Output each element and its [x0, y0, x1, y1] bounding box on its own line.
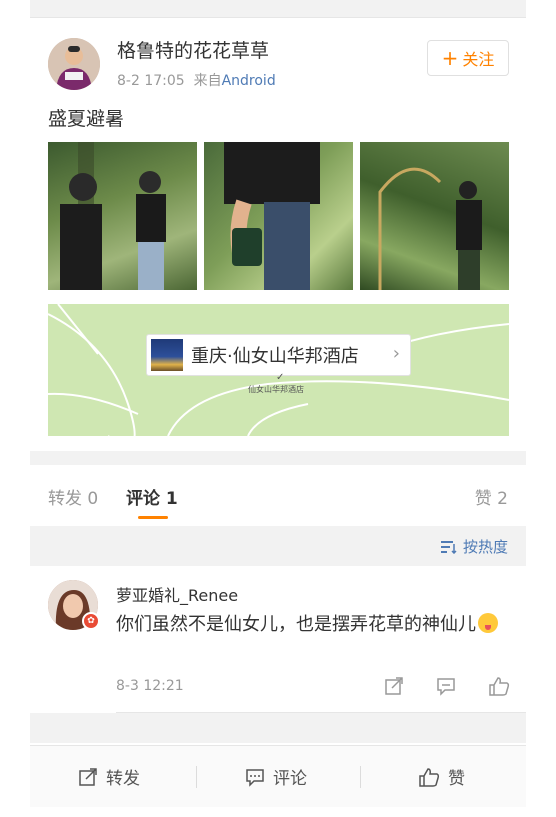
sort-bar: 按热度	[30, 526, 526, 566]
author-avatar[interactable]	[48, 38, 100, 90]
section-divider	[30, 451, 526, 465]
follow-button[interactable]: + 关注	[427, 40, 509, 76]
plus-icon: +	[441, 46, 459, 70]
follow-label: 关注	[462, 50, 495, 69]
weibo-post-page: 格鲁特的花花草草 8-2 17:05 来自Android + 关注 盛夏避暑 重…	[30, 0, 526, 817]
location-thumbnail	[151, 339, 183, 371]
like-label: 赞	[448, 769, 465, 789]
repost-label: 转发	[106, 769, 140, 789]
comment-reply-icon[interactable]	[436, 676, 456, 701]
comment-text: 你们虽然不是仙女儿，也是摆弄花草的神仙儿	[116, 614, 476, 635]
verified-badge-icon: ✿	[82, 612, 100, 630]
comment-button[interactable]: 评论	[245, 764, 307, 789]
post-photo-3[interactable]	[360, 142, 509, 290]
location-name: 重庆·仙女山华邦酒店	[191, 346, 359, 367]
sort-label: 按热度	[462, 538, 508, 556]
footer-spacer	[30, 713, 526, 743]
tongue-emoji-icon	[478, 613, 498, 633]
map-place-label: 仙女山华邦酒店	[248, 385, 304, 394]
sort-icon	[440, 540, 457, 554]
toolbar-divider	[196, 766, 197, 788]
chevron-right-icon: ›	[392, 343, 400, 364]
location-card[interactable]: 重庆·仙女山华邦酒店 ›	[146, 334, 411, 376]
toolbar-divider	[360, 766, 361, 788]
tab-repost[interactable]: 转发 0	[48, 484, 98, 509]
map-pin-icon: ✓	[276, 372, 285, 383]
comment-label: 评论	[273, 769, 307, 789]
post-meta: 8-2 17:05 来自Android	[117, 70, 276, 90]
post-photo-1[interactable]	[48, 142, 197, 290]
comment-icon	[246, 768, 264, 787]
tab-comment[interactable]: 评论 1	[126, 484, 178, 509]
commenter-name[interactable]: 萝亚婚礼_Renee	[116, 582, 238, 606]
location-map[interactable]: 重庆·仙女山华邦酒店 › ✓ 仙女山华邦酒店	[48, 304, 509, 436]
comment-time: 8-3 12:21	[116, 678, 184, 694]
author-name[interactable]: 格鲁特的花花草草	[117, 36, 269, 63]
post-source-prefix: 来自	[193, 73, 222, 89]
top-divider	[30, 0, 526, 18]
post-photo-2[interactable]	[204, 142, 353, 290]
like-button[interactable]: 赞	[418, 764, 465, 789]
post-source[interactable]: Android	[222, 73, 276, 89]
repost-icon	[79, 767, 97, 786]
post-time: 8-2 17:05	[117, 73, 185, 89]
sort-by-hot-button[interactable]: 按热度	[440, 536, 508, 557]
active-tab-indicator	[138, 516, 168, 519]
like-icon	[419, 767, 440, 787]
comment-like-icon[interactable]	[488, 676, 510, 701]
post-text: 盛夏避暑	[48, 108, 125, 130]
repost-button[interactable]: 转发	[78, 764, 140, 789]
tab-like[interactable]: 赞 2	[475, 484, 508, 509]
comment-text-block: 你们虽然不是仙女儿，也是摆弄花草的神仙儿	[116, 610, 511, 639]
bottom-toolbar: 转发 评论 赞	[30, 745, 526, 807]
comment-share-icon[interactable]	[384, 676, 404, 701]
